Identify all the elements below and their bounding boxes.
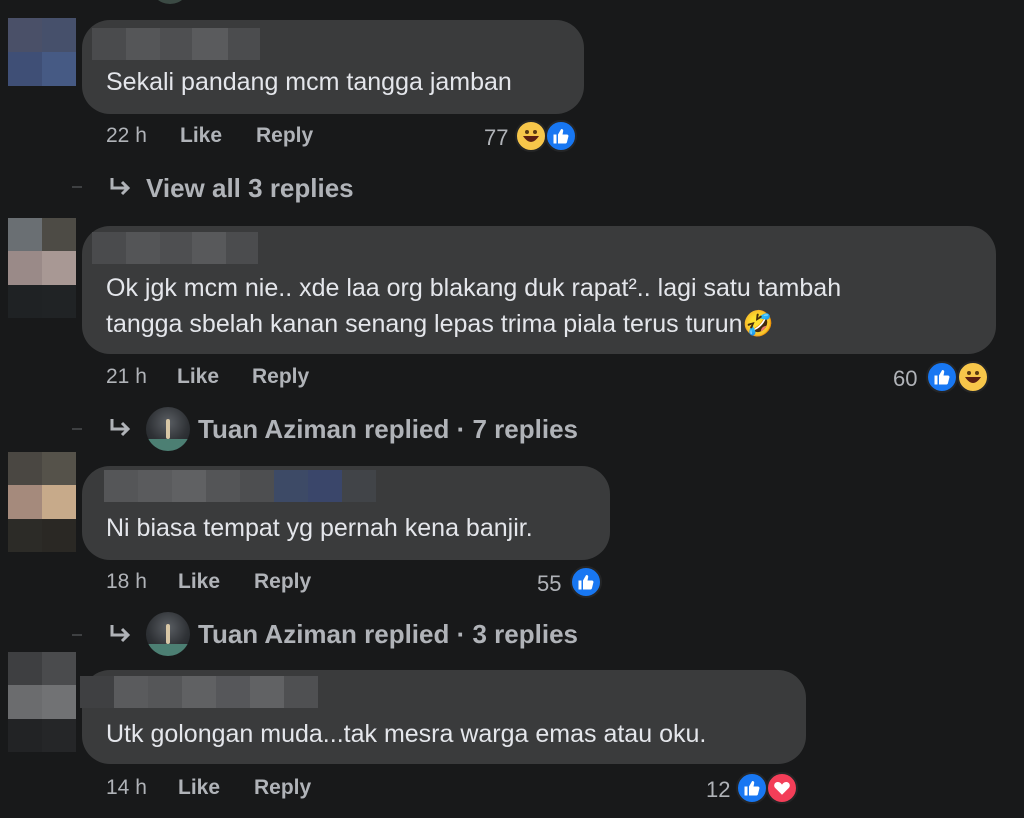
thread-connector — [72, 186, 82, 188]
replier-avatar[interactable] — [146, 612, 190, 656]
like-button[interactable]: Like — [178, 776, 220, 800]
commenter-name-redacted[interactable] — [104, 470, 376, 502]
comment-timestamp[interactable]: 18 h — [106, 570, 147, 594]
reply-arrow-icon — [110, 419, 131, 437]
comment-text-line-1: Ok jgk mcm nie.. xde laa org blakang duk… — [106, 274, 842, 302]
like-reaction-icon[interactable] — [545, 120, 577, 152]
view-replies-link[interactable]: View all 3 replies — [146, 173, 354, 204]
reply-button[interactable]: Reply — [252, 365, 309, 389]
like-reaction-icon[interactable] — [736, 772, 768, 804]
like-button[interactable]: Like — [180, 124, 222, 148]
comment-text: Utk golongan muda...tak mesra warga emas… — [106, 720, 707, 748]
view-replies-link[interactable]: Tuan Aziman replied · 7 replies — [198, 414, 578, 445]
commenter-name-redacted[interactable] — [92, 232, 258, 264]
view-replies-link[interactable]: Tuan Aziman replied · 3 replies — [198, 619, 578, 650]
commenter-name-redacted[interactable] — [92, 28, 260, 60]
commenter-avatar[interactable] — [8, 452, 76, 552]
comment-timestamp[interactable]: 21 h — [106, 365, 147, 389]
like-button[interactable]: Like — [177, 365, 219, 389]
like-button[interactable]: Like — [178, 570, 220, 594]
thread-connector — [72, 634, 82, 636]
reaction-count[interactable]: 55 — [537, 571, 561, 597]
previous-avatar-partial — [150, 0, 190, 4]
reply-button[interactable]: Reply — [254, 570, 311, 594]
reply-arrow-icon — [110, 625, 131, 643]
like-reaction-icon[interactable] — [926, 361, 958, 393]
commenter-avatar[interactable] — [8, 218, 76, 318]
reaction-count[interactable]: 77 — [484, 125, 508, 151]
comment-text: Ni biasa tempat yg pernah kena banjir. — [106, 514, 533, 542]
comment-text-line-2: tangga sbelah kanan senang lepas trima p… — [106, 310, 774, 338]
thread-connector — [72, 428, 82, 430]
commenter-name-redacted[interactable] — [80, 676, 318, 708]
love-reaction-icon[interactable] — [766, 772, 798, 804]
haha-reaction-icon[interactable] — [515, 120, 547, 152]
comment-timestamp[interactable]: 14 h — [106, 776, 147, 800]
like-reaction-icon[interactable] — [570, 566, 602, 598]
comment-text: Sekali pandang mcm tangga jamban — [106, 68, 512, 96]
reply-button[interactable]: Reply — [254, 776, 311, 800]
reply-arrow-icon — [110, 178, 131, 196]
commenter-avatar[interactable] — [8, 18, 76, 86]
reaction-count[interactable]: 60 — [893, 366, 917, 392]
reaction-count[interactable]: 12 — [706, 777, 730, 803]
reply-button[interactable]: Reply — [256, 124, 313, 148]
replier-avatar[interactable] — [146, 407, 190, 451]
commenter-avatar[interactable] — [8, 652, 76, 752]
comment-timestamp[interactable]: 22 h — [106, 124, 147, 148]
haha-reaction-icon[interactable] — [957, 361, 989, 393]
